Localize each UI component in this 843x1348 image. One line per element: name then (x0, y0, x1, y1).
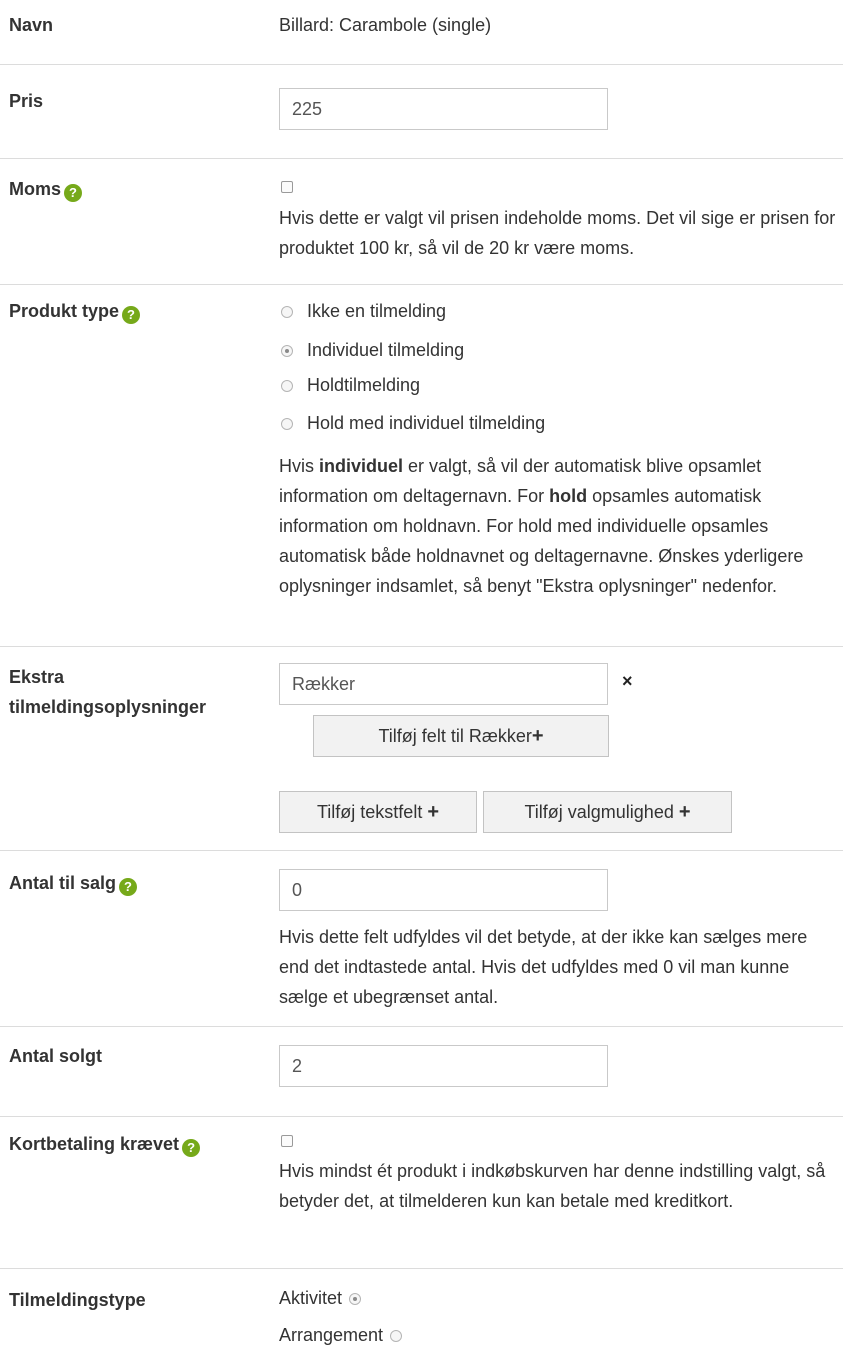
add-text-field-button[interactable]: Tilføj tekstfelt + (279, 791, 477, 833)
separator (0, 158, 843, 159)
radio-button-selected[interactable] (281, 345, 293, 358)
button-label: Tilføj valgmulighed (524, 802, 674, 822)
help-icon[interactable]: ? (182, 1139, 201, 1157)
radio-button[interactable] (281, 306, 293, 319)
separator (0, 850, 843, 851)
radio-label: Aktivitet (279, 1288, 343, 1308)
add-field-button[interactable]: Tilføj felt til Rækker+ (313, 715, 609, 757)
radio-label: Arrangement (279, 1325, 384, 1345)
antal-til-salg-help-text: Hvis dette felt udfyldes vil det betyde,… (279, 927, 808, 1007)
radio-label: Hold med individuel tilmelding (307, 413, 546, 433)
navn-value: Billard: Carambole (single) (279, 15, 492, 35)
plus-icon: + (531, 725, 544, 747)
antal-solgt-label: Antal solgt (9, 1046, 102, 1066)
antal-til-salg-label-text: Antal til salg (9, 873, 117, 893)
produkt-type-help-text: Hvis individuel er valgt, så vil der aut… (279, 451, 839, 601)
remove-icon[interactable]: × (622, 671, 633, 692)
tilmeldingstype-label: Tilmeldingstype (9, 1290, 146, 1310)
radio-label: Individuel tilmelding (307, 340, 465, 360)
moms-help-text: Hvis dette er valgt vil prisen indeholde… (279, 208, 836, 258)
produkt-type-label: Produkt type? (9, 298, 141, 324)
radio-label: Holdtilmelding (307, 375, 421, 395)
radio-option[interactable]: Hold med individuel tilmelding (281, 410, 545, 436)
antal-til-salg-input[interactable] (279, 869, 608, 911)
radio-button[interactable] (281, 380, 293, 393)
help-text-bold: individuel (319, 456, 404, 476)
separator (0, 646, 843, 647)
ekstra-field-input[interactable] (279, 663, 608, 705)
radio-button-selected[interactable] (349, 1293, 362, 1306)
button-label: Tilføj felt til Rækker (378, 726, 532, 746)
antal-solgt-input[interactable] (279, 1045, 608, 1087)
kortbetaling-help-text: Hvis mindst ét produkt i indkøbskurven h… (279, 1161, 826, 1211)
radio-option[interactable]: Aktivitet (279, 1285, 362, 1311)
kortbetaling-label: Kortbetaling krævet? (9, 1131, 201, 1157)
moms-label: Moms? (9, 176, 83, 202)
radio-button[interactable] (281, 418, 293, 431)
separator (0, 64, 843, 65)
kortbetaling-checkbox[interactable] (281, 1135, 293, 1147)
radio-option[interactable]: Individuel tilmelding (281, 337, 464, 363)
help-icon[interactable]: ? (64, 184, 83, 202)
ekstra-label-line1: Ekstra (9, 667, 65, 687)
plus-icon: + (678, 801, 691, 823)
moms-label-text: Moms (9, 179, 62, 199)
radio-button[interactable] (390, 1330, 403, 1343)
radio-option[interactable]: Ikke en tilmelding (281, 298, 446, 324)
separator (0, 284, 843, 285)
navn-label: Navn (9, 15, 54, 35)
pris-input[interactable] (279, 88, 608, 130)
button-label: Tilføj tekstfelt (316, 802, 423, 822)
help-text-part: Hvis (279, 456, 319, 476)
pris-label: Pris (9, 91, 44, 111)
antal-til-salg-label: Antal til salg? (9, 870, 138, 896)
help-icon[interactable]: ? (119, 878, 138, 896)
separator (0, 1116, 843, 1117)
add-choice-button[interactable]: Tilføj valgmulighed + (483, 791, 732, 833)
help-text-bold: hold (549, 486, 588, 506)
radio-label: Ikke en tilmelding (307, 301, 447, 321)
moms-checkbox[interactable] (281, 181, 293, 193)
help-icon[interactable]: ? (122, 306, 141, 324)
separator (0, 1026, 843, 1027)
plus-icon: + (427, 801, 440, 823)
separator (0, 1268, 843, 1269)
produkt-type-label-text: Produkt type (9, 301, 120, 321)
kortbetaling-label-text: Kortbetaling krævet (9, 1134, 180, 1154)
radio-option[interactable]: Arrangement (279, 1322, 403, 1348)
radio-option[interactable]: Holdtilmelding (281, 372, 420, 398)
ekstra-label-line2: tilmeldingsoplysninger (9, 697, 207, 717)
